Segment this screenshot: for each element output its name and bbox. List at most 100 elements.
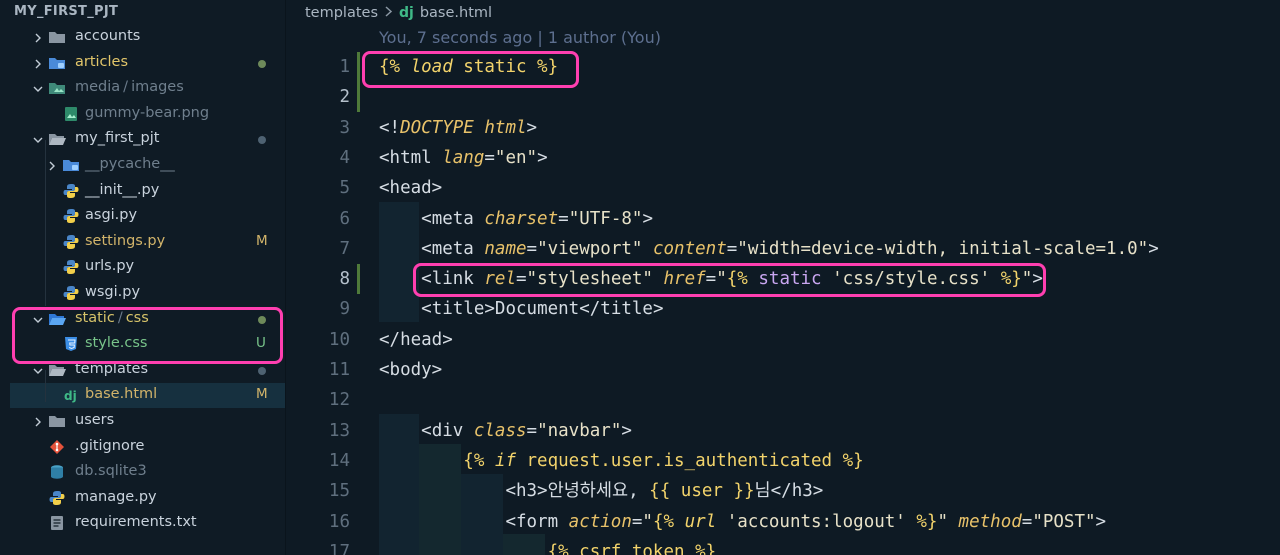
tree-item-label-part: css [125, 310, 149, 326]
git-blame-annotation[interactable]: You, 7 seconds ago | 1 author (You) [379, 28, 661, 47]
tree-item[interactable]: requirements.txt [10, 511, 285, 536]
chevron-right-icon[interactable] [32, 32, 44, 44]
python-icon [62, 208, 80, 224]
code-line[interactable]: 16 <form action="{% url 'accounts:logout… [287, 507, 1280, 537]
code-token: static %} [452, 57, 559, 77]
tree-item[interactable]: gummy-bear.png [10, 102, 285, 127]
code-token: href [663, 269, 706, 289]
tree-item[interactable]: __init__.py [10, 179, 285, 204]
tree-item[interactable]: static / css [10, 307, 285, 332]
tree-item[interactable]: urls.py [10, 255, 285, 280]
code-line[interactable]: 2 [287, 82, 1280, 112]
chevron-down-icon[interactable] [32, 83, 44, 95]
line-number: 11 [328, 360, 350, 380]
database-icon [48, 464, 66, 480]
git-status-badge: M [256, 233, 268, 249]
tree-item[interactable]: asgi.py [10, 204, 285, 229]
explorer-project-header[interactable]: MY_FIRST_PJT [14, 4, 118, 19]
code-text: <meta name="viewport" content="width=dev… [379, 234, 1159, 264]
breadcrumb-file[interactable]: base.html [420, 5, 492, 21]
chevron-right-icon[interactable] [46, 160, 58, 172]
code-token: </h3> [770, 481, 824, 501]
code-line[interactable]: 8 <link rel="stylesheet" href="{% static… [287, 264, 1280, 294]
code-line[interactable]: 15 <h3>안녕하세요, {{ user }}님</h3> [287, 476, 1280, 506]
code-token: "stylesheet" [526, 269, 653, 289]
tree-item[interactable]: media / images [10, 76, 285, 101]
code-line[interactable]: 13 <div class="navbar"> [287, 416, 1280, 446]
line-number: 1 [339, 57, 350, 77]
code-token: url [684, 512, 717, 532]
code-token: name [484, 239, 527, 259]
code-token: " [1021, 269, 1033, 289]
tree-item[interactable]: db.sqlite3 [10, 460, 285, 485]
tree-item[interactable]: manage.py [10, 486, 285, 511]
code-token: = [558, 209, 569, 229]
code-line[interactable]: 4 <html lang="en"> [287, 143, 1280, 173]
tree-item[interactable]: users [10, 409, 285, 434]
code-line[interactable]: 6 <meta charset="UTF-8"> [287, 204, 1280, 234]
tree-item-label: asgi.py [85, 207, 138, 223]
tree-item[interactable]: dj base.html M [10, 383, 285, 408]
code-line[interactable]: 14 {% if request.user.is_authenticated %… [287, 446, 1280, 476]
tree-item[interactable]: .gitignore [10, 435, 285, 460]
code-token: " [716, 269, 727, 289]
code-token: request.user.is_authenticated %} [515, 451, 864, 471]
chevron-right-icon [384, 5, 393, 21]
line-number: 10 [328, 330, 350, 350]
code-token: if [494, 451, 516, 471]
code-token: <title> [421, 299, 495, 319]
code-line[interactable]: 3 <!DOCTYPE html> [287, 113, 1280, 143]
path-separator: / [117, 310, 123, 326]
code-line[interactable]: 9 <title>Document</title> [287, 294, 1280, 324]
code-token: = [1021, 512, 1033, 532]
chevron-right-icon[interactable] [32, 416, 44, 428]
tree-item[interactable]: my_first_pjt [10, 127, 285, 152]
folder-blue-icon [48, 55, 66, 71]
code-token: {% [652, 512, 685, 532]
tree-item-label: articles [75, 54, 129, 70]
code-token: = [515, 269, 527, 289]
code-token: 'css/style.css' [821, 269, 1001, 289]
tree-item[interactable]: __pycache__ [10, 153, 285, 178]
code-editor[interactable]: templates dj base.html You, 7 seconds ag… [287, 0, 1280, 555]
folder-open-icon [48, 131, 66, 147]
code-token: "navbar" [537, 421, 622, 441]
tree-item[interactable]: style.css U [10, 332, 285, 357]
tree-item[interactable]: settings.py M [10, 230, 285, 255]
tree-item[interactable]: wsgi.py [10, 281, 285, 306]
breadcrumb-folder[interactable]: templates [305, 5, 378, 21]
code-line[interactable]: 10 </head> [287, 325, 1280, 355]
line-number: 5 [339, 178, 350, 198]
code-line[interactable]: 7 <meta name="viewport" content="width=d… [287, 234, 1280, 264]
code-token: "UTF-8" [568, 209, 643, 229]
tree-item-label: users [75, 412, 115, 428]
code-token: > [621, 421, 632, 441]
code-token: = [631, 512, 643, 532]
line-number: 15 [328, 481, 350, 501]
tree-item[interactable]: templates [10, 358, 285, 383]
code-token: class [473, 421, 527, 441]
code-text: <body> [379, 355, 442, 385]
code-line[interactable]: 1 {% load static %} [287, 52, 1280, 82]
tree-item-label: gummy-bear.png [85, 105, 210, 121]
code-line[interactable]: 17 {% csrf_token %} [287, 537, 1280, 555]
tree-item-label: templates [75, 361, 149, 377]
tree-item[interactable]: accounts [10, 25, 285, 50]
chevron-down-icon[interactable] [32, 314, 44, 326]
code-line[interactable]: 12 [287, 385, 1280, 415]
line-number: 3 [339, 118, 350, 138]
chevron-down-icon[interactable] [32, 365, 44, 377]
chevron-down-icon[interactable] [32, 134, 44, 146]
code-text: <h3>안녕하세요, {{ user }}님</h3> [379, 476, 823, 506]
tree-item-label: wsgi.py [85, 284, 141, 300]
folder-blue-icon [62, 157, 80, 173]
chevron-right-icon[interactable] [32, 58, 44, 70]
code-token: content [652, 239, 727, 259]
code-line[interactable]: 11 <body> [287, 355, 1280, 385]
code-token: > [526, 118, 538, 138]
code-line[interactable]: 5 <head> [287, 173, 1280, 203]
tree-item[interactable]: articles [10, 51, 285, 76]
